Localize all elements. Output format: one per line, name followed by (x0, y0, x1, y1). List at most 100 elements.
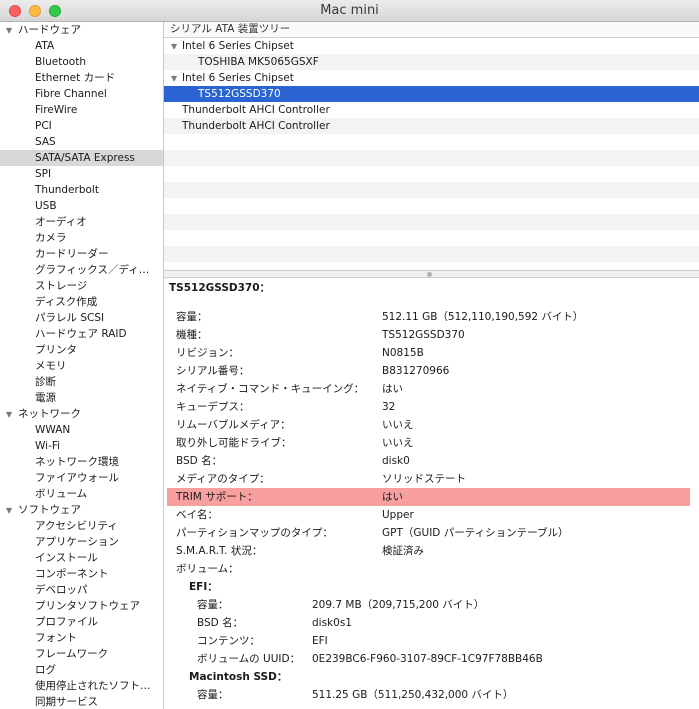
sidebar-item[interactable]: USB (0, 198, 163, 214)
sidebar-item[interactable]: Wi-Fi (0, 438, 163, 454)
disclosure-triangle-icon[interactable]: ▼ (171, 39, 182, 55)
tree-row[interactable]: TS512GSSD370 (164, 86, 699, 102)
sidebar-item[interactable]: SAS (0, 134, 163, 150)
sidebar-item[interactable]: 使用停止されたソフト… (0, 678, 163, 694)
detail-key: 容量： (176, 311, 208, 323)
tree-row[interactable] (164, 214, 699, 230)
sidebar-item[interactable]: Thunderbolt (0, 182, 163, 198)
sidebar-item[interactable]: SPI (0, 166, 163, 182)
sidebar-item[interactable]: 診断 (0, 374, 163, 390)
detail-key: キューデプス： (176, 401, 250, 413)
sidebar-item[interactable]: アプリケーション (0, 534, 163, 550)
sidebar-item[interactable]: WWAN (0, 422, 163, 438)
tree-row[interactable]: TOSHIBA MK5065GSXF (164, 54, 699, 70)
sidebar-item-label: インストール (35, 552, 98, 564)
tree-header[interactable]: シリアル ATA 装置ツリー (164, 22, 699, 38)
detail-value: EFI (312, 635, 328, 647)
tree-row[interactable] (164, 198, 699, 214)
detail-row: Macintosh SSD： (164, 668, 699, 686)
sidebar-item-label: 診断 (35, 376, 56, 388)
detail-row: S.M.A.R.T. 状況： 検証済み (164, 542, 699, 560)
sidebar-item[interactable]: カードリーダー (0, 246, 163, 262)
disclosure-triangle-icon[interactable]: ▼ (6, 503, 18, 519)
sidebar-category[interactable]: ▼ ネットワーク (0, 406, 163, 422)
tree-row[interactable] (164, 134, 699, 150)
detail-row: パーティションマップのタイプ： GPT（GUID パーティションテーブル） (164, 524, 699, 542)
tree-row[interactable]: Thunderbolt AHCI Controller (164, 118, 699, 134)
sidebar-item-label: WWAN (35, 424, 71, 436)
detail-title: TS512GSSD370： (169, 282, 271, 294)
tree-row[interactable] (164, 166, 699, 182)
title-bar: Mac mini (0, 0, 699, 22)
sidebar-item[interactable]: デベロッパ (0, 582, 163, 598)
detail-key: EFI： (189, 581, 218, 593)
detail-value: いいえ (382, 437, 414, 449)
disclosure-triangle-icon[interactable]: ▼ (6, 407, 18, 423)
detail-row: リムーバブルメディア： いいえ (164, 416, 699, 434)
detail-row: キューデプス： 32 (164, 398, 699, 416)
detail-row: 容量： 511.25 GB（511,250,432,000 バイト） (164, 686, 699, 704)
detail-value: はい (382, 491, 403, 503)
sidebar-item[interactable]: 電源 (0, 390, 163, 406)
sidebar-item-label: ソフトウェア (18, 504, 81, 516)
sidebar-item[interactable]: Fibre Channel (0, 86, 163, 102)
detail-value: B831270966 (382, 365, 450, 377)
tree-row[interactable] (164, 230, 699, 246)
detail-key: S.M.A.R.T. 状況： (176, 545, 263, 557)
tree-row[interactable] (164, 182, 699, 198)
sidebar-item[interactable]: フレームワーク (0, 646, 163, 662)
sidebar-item[interactable]: グラフィックス／ディ… (0, 262, 163, 278)
tree-row[interactable] (164, 246, 699, 262)
sidebar-item[interactable]: Ethernet カード (0, 70, 163, 86)
sidebar-item[interactable]: パラレル SCSI (0, 310, 163, 326)
sidebar-item[interactable]: フォント (0, 630, 163, 646)
detail-row: 容量： 512.11 GB（512,110,190,592 バイト） (164, 308, 699, 326)
sidebar-item[interactable]: プリンタ (0, 342, 163, 358)
sidebar-item[interactable]: PCI (0, 118, 163, 134)
detail-key: シリアル番号： (176, 365, 250, 377)
tree-row[interactable]: Thunderbolt AHCI Controller (164, 102, 699, 118)
sidebar-category[interactable]: ▼ ハードウェア (0, 22, 163, 38)
tree-row-label: Intel 6 Series Chipset (182, 40, 294, 52)
detail-value: N0815B (382, 347, 424, 359)
sidebar-category[interactable]: ▼ ソフトウェア (0, 502, 163, 518)
split-handle[interactable] (164, 270, 699, 278)
sidebar-item[interactable]: ハードウェア RAID (0, 326, 163, 342)
detail-row: BSD 名： disk0 (164, 452, 699, 470)
sidebar-item[interactable]: ログ (0, 662, 163, 678)
disclosure-triangle-icon[interactable]: ▼ (171, 71, 182, 87)
tree-row[interactable] (164, 150, 699, 166)
detail-row: シリアル番号： B831270966 (164, 362, 699, 380)
sidebar-item[interactable]: Bluetooth (0, 54, 163, 70)
sidebar-item[interactable]: プリンタソフトウェア (0, 598, 163, 614)
disclosure-triangle-icon[interactable]: ▼ (6, 23, 18, 39)
sidebar-item[interactable]: ネットワーク環境 (0, 454, 163, 470)
sidebar-item[interactable]: 同期サービス (0, 694, 163, 709)
sidebar-item[interactable]: ATA (0, 38, 163, 54)
sidebar-item[interactable]: プロファイル (0, 614, 163, 630)
detail-key: コンテンツ： (197, 635, 260, 647)
detail-value: TS512GSSD370 (382, 329, 465, 341)
detail-key: パーティションマップのタイプ： (176, 527, 333, 539)
sidebar-item[interactable]: ファイアウォール (0, 470, 163, 486)
sidebar-item[interactable]: オーディオ (0, 214, 163, 230)
sidebar-item-label: ファイアウォール (35, 472, 119, 484)
detail-value: disk0s1 (312, 617, 352, 629)
sidebar-item[interactable]: ストレージ (0, 278, 163, 294)
sidebar-item[interactable]: アクセシビリティ (0, 518, 163, 534)
sidebar-item[interactable]: FireWire (0, 102, 163, 118)
sidebar-item[interactable]: メモリ (0, 358, 163, 374)
sidebar-item-label: フォント (35, 632, 77, 644)
sidebar-item-label: PCI (35, 120, 52, 132)
sidebar-item[interactable]: インストール (0, 550, 163, 566)
sidebar-item-label: アクセシビリティ (35, 520, 118, 532)
sidebar-item[interactable]: コンポーネント (0, 566, 163, 582)
sidebar-item[interactable]: SATA/SATA Express (0, 150, 163, 166)
tree-row[interactable]: ▼ Intel 6 Series Chipset (164, 38, 699, 54)
detail-row: BSD 名： disk0s1 (164, 614, 699, 632)
tree-row[interactable]: ▼ Intel 6 Series Chipset (164, 70, 699, 86)
detail-key: BSD 名： (176, 455, 223, 467)
sidebar-item[interactable]: ディスク作成 (0, 294, 163, 310)
sidebar-item[interactable]: カメラ (0, 230, 163, 246)
sidebar-item[interactable]: ボリューム (0, 486, 163, 502)
